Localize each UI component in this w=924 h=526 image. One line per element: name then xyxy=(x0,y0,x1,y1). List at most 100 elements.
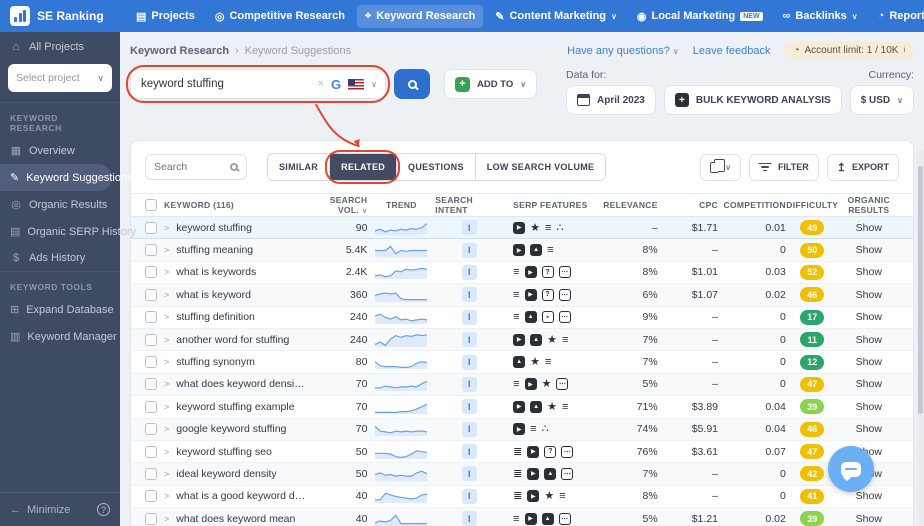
chevron-down-icon[interactable]: ∨ xyxy=(371,80,377,89)
organic-show-link[interactable]: Show xyxy=(856,244,882,256)
row-checkbox[interactable] xyxy=(145,266,157,279)
serp-features-cell: ▶ ≡ ∴ xyxy=(503,423,593,436)
add-to-button[interactable]: + ADD TO ∨ xyxy=(444,69,538,99)
expand-chevron-icon[interactable]: > xyxy=(164,223,169,233)
questions-link[interactable]: Have any questions? ∨ xyxy=(567,45,679,57)
row-checkbox[interactable] xyxy=(145,333,157,346)
row-checkbox[interactable] xyxy=(145,221,157,234)
chat-widget-button[interactable] xyxy=(828,446,874,492)
organic-show-link[interactable]: Show xyxy=(856,423,882,435)
row-checkbox[interactable] xyxy=(145,490,157,503)
expand-chevron-icon[interactable]: > xyxy=(164,357,169,367)
row-checkbox[interactable] xyxy=(145,311,157,324)
column-cpc[interactable]: CPC xyxy=(658,200,718,210)
expand-chevron-icon[interactable]: > xyxy=(164,290,169,300)
row-checkbox[interactable] xyxy=(145,512,157,525)
row-checkbox[interactable] xyxy=(145,288,157,301)
row-checkbox[interactable] xyxy=(145,356,157,369)
nav-item-local-marketing[interactable]: ◉ Local Marketing NEW xyxy=(629,5,771,28)
organic-show-link[interactable]: Show xyxy=(856,378,882,390)
select-all-checkbox[interactable] xyxy=(145,199,157,211)
row-checkbox[interactable] xyxy=(145,445,157,458)
column-competition[interactable]: COMPETITION xyxy=(718,200,786,210)
expand-chevron-icon[interactable]: > xyxy=(164,335,169,345)
organic-show-link[interactable]: Show xyxy=(856,266,882,278)
tab-similar[interactable]: SIMILAR xyxy=(268,154,330,180)
bulk-keyword-analysis-button[interactable]: + BULK KEYWORD ANALYSIS xyxy=(663,85,842,115)
sidebar-item-overview[interactable]: ▦ Overview xyxy=(0,137,120,164)
calendar-icon: ▤ xyxy=(10,226,21,238)
tab-related[interactable]: RELATED xyxy=(329,154,397,180)
organic-show-link[interactable]: Show xyxy=(856,222,882,234)
sidebar-item-organic-serp-history[interactable]: ▤ Organic SERP History xyxy=(0,218,136,245)
sidebar-item-organic-results[interactable]: ◎ Organic Results xyxy=(0,191,120,218)
us-flag-icon[interactable] xyxy=(348,78,365,90)
row-checkbox[interactable] xyxy=(145,423,157,436)
organic-show-link[interactable]: Show xyxy=(856,311,882,323)
organic-show-link[interactable]: Show xyxy=(856,334,882,346)
expand-chevron-icon[interactable]: > xyxy=(164,267,169,277)
row-checkbox[interactable] xyxy=(145,378,157,391)
export-button[interactable]: ↥ EXPORT xyxy=(826,153,899,181)
column-organic-results[interactable]: ORGANIC RESULTS xyxy=(839,195,899,215)
expand-chevron-icon[interactable]: > xyxy=(164,379,169,389)
currency-dropdown[interactable]: $ USD ∨ xyxy=(849,85,914,115)
column-search-vol[interactable]: SEARCH VOL. ∨ xyxy=(307,195,367,215)
minimize-button[interactable]: ← Minimize xyxy=(10,504,70,516)
row-checkbox[interactable] xyxy=(145,244,157,257)
search-button[interactable] xyxy=(394,69,430,99)
sidebar-item-ads-history[interactable]: $ Ads History xyxy=(0,245,120,271)
brand[interactable]: SE Ranking xyxy=(0,6,120,26)
nav-item-keyword-research[interactable]: ⌖ Keyword Research xyxy=(356,4,484,28)
help-icon[interactable]: ? xyxy=(97,503,110,516)
organic-show-link[interactable]: Show xyxy=(856,356,882,368)
expand-chevron-icon[interactable]: > xyxy=(164,491,169,501)
filter-button[interactable]: FILTER xyxy=(748,153,819,181)
nav-item-content-marketing[interactable]: ✎ Content Marketing ∨ xyxy=(487,5,625,28)
keyword-search-box: × G ∨ xyxy=(130,69,386,99)
organic-show-link[interactable]: Show xyxy=(856,401,882,413)
sidebar-item-keyword-suggestions[interactable]: ✎ Keyword Suggestions xyxy=(0,164,133,191)
expand-chevron-icon[interactable]: > xyxy=(164,447,169,457)
volume-cell: 90 xyxy=(355,221,368,234)
sidebar-item-all-projects[interactable]: ⌂ All Projects xyxy=(0,32,120,62)
tab-low-search-volume[interactable]: LOW SEARCH VOLUME xyxy=(474,154,606,180)
row-checkbox[interactable] xyxy=(145,467,157,480)
table-search-input[interactable] xyxy=(154,161,224,173)
nav-item-competitive-research[interactable]: ◎ Competitive Research xyxy=(207,5,353,28)
sidebar-item-keyword-manager[interactable]: ▥ Keyword Manager xyxy=(0,323,120,350)
column-relevance[interactable]: RELEVANCE xyxy=(594,200,658,210)
column-trend[interactable]: TREND xyxy=(367,200,435,210)
expand-chevron-icon[interactable]: > xyxy=(164,469,169,479)
expand-chevron-icon[interactable]: > xyxy=(164,514,169,524)
leave-feedback-link[interactable]: Leave feedback xyxy=(693,45,771,57)
tab-questions[interactable]: QUESTIONS xyxy=(396,154,475,180)
copy-button[interactable]: ∨ xyxy=(700,153,741,181)
column-search-intent[interactable]: SEARCH INTENT xyxy=(435,195,503,215)
difficulty-badge: 17 xyxy=(800,309,825,325)
keyword-search-input[interactable] xyxy=(141,78,311,90)
column-keyword[interactable]: KEYWORD (116) xyxy=(164,200,234,210)
breadcrumb-keyword-research[interactable]: Keyword Research xyxy=(130,45,229,57)
date-picker-button[interactable]: April 2023 xyxy=(566,85,656,115)
clear-icon[interactable]: × xyxy=(318,78,324,90)
expand-chevron-icon[interactable]: > xyxy=(164,312,169,322)
nav-label: Local Marketing xyxy=(651,10,736,22)
column-difficulty[interactable]: DIFFICULTY xyxy=(786,200,839,210)
scrollbar-thumb[interactable] xyxy=(918,166,923,414)
organic-show-link[interactable]: Show xyxy=(856,289,882,301)
expand-chevron-icon[interactable]: > xyxy=(164,402,169,412)
nav-item-backlinks[interactable]: ∞ Backlinks ∨ xyxy=(775,5,866,27)
expand-chevron-icon[interactable]: > xyxy=(164,424,169,434)
nav-item-projects[interactable]: ▤ Projects xyxy=(128,5,203,28)
keyword-cell: what does keyword mean xyxy=(176,512,296,525)
organic-show-link[interactable]: Show xyxy=(856,513,882,525)
select-project-dropdown[interactable]: Select project ∨ xyxy=(8,64,112,92)
organic-show-link[interactable]: Show xyxy=(856,490,882,502)
nav-item-report-builder[interactable]: ◔ Report Builder xyxy=(870,5,924,27)
column-serp-features[interactable]: SERP FEATURES xyxy=(503,200,593,210)
sidebar-item-expand-database[interactable]: ⊞ Expand Database xyxy=(0,296,120,323)
expand-chevron-icon[interactable]: > xyxy=(164,245,169,255)
relevance-cell: – xyxy=(651,221,658,234)
row-checkbox[interactable] xyxy=(145,400,157,413)
